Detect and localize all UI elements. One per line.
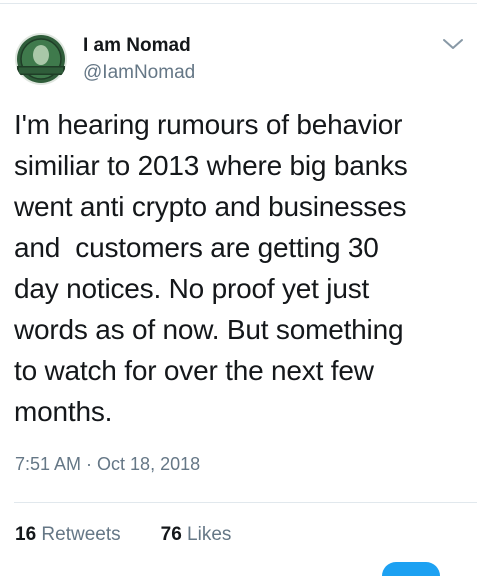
tweet-text: I'm hearing rumours of behavior similiar… <box>14 109 408 427</box>
avatar[interactable] <box>15 33 67 85</box>
likes-count: 76 <box>160 524 182 545</box>
likes-label: Likes <box>187 524 232 545</box>
avatar-image <box>15 33 67 85</box>
retweets-count: 16 <box>15 524 37 545</box>
chevron-down-icon[interactable] <box>441 36 465 52</box>
tweet-time: 7:51 AM <box>15 454 82 474</box>
retweets-stat[interactable]: 16 Retweets <box>15 524 121 546</box>
compose-fab[interactable] <box>382 562 440 576</box>
author-handle[interactable]: @IamNomad <box>83 62 195 84</box>
tweet-timestamp[interactable]: 7:51 AM · Oct 18, 2018 <box>15 454 200 475</box>
top-divider <box>0 3 477 4</box>
tweet-date: Oct 18, 2018 <box>97 454 201 474</box>
likes-stat[interactable]: 76 Likes <box>161 524 232 546</box>
stats-divider <box>14 502 477 503</box>
timestamp-separator: · <box>86 454 93 474</box>
retweets-label: Retweets <box>41 524 121 545</box>
author-name[interactable]: I am Nomad <box>83 35 191 57</box>
engagement-stats: 16 Retweets 76 Likes <box>15 524 231 546</box>
